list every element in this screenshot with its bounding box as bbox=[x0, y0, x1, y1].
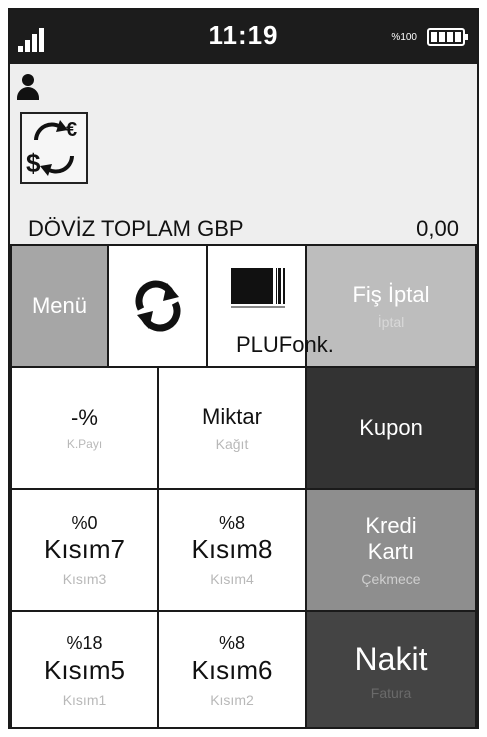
kisim6-button[interactable]: %8 Kısım6 Kısım2 bbox=[157, 610, 307, 727]
refresh-button[interactable] bbox=[107, 244, 208, 368]
refresh-icon bbox=[135, 280, 180, 332]
miktar-label: Miktar bbox=[202, 403, 262, 429]
status-bar: 11:19 %100 bbox=[10, 10, 477, 64]
currency-exchange-icon[interactable]: € $ bbox=[20, 112, 88, 184]
kredi-label-line1: Kredi bbox=[365, 512, 417, 538]
kisim6-vat: %8 bbox=[218, 633, 245, 654]
kisim6-sub: Kısım2 bbox=[210, 691, 254, 708]
nakit-sub: Fatura bbox=[370, 684, 412, 701]
menu-button[interactable]: Menü bbox=[10, 244, 109, 368]
percent-sub: K.Payı bbox=[66, 437, 103, 452]
kisim6-label: Kısım6 bbox=[191, 654, 273, 685]
barcode-icon bbox=[230, 268, 285, 308]
kisim5-vat: %18 bbox=[66, 633, 103, 654]
kredi-karti-button[interactable]: Kredi Kartı Çekmece bbox=[305, 488, 477, 612]
nakit-button[interactable]: Nakit Fatura bbox=[305, 610, 477, 727]
menu-label: Menü bbox=[31, 292, 88, 318]
doviz-total-label: DÖVİZ TOPLAM GBP bbox=[28, 216, 244, 241]
nakit-label: Nakit bbox=[354, 641, 428, 678]
kisim7-button[interactable]: %0 Kısım7 Kısım3 bbox=[10, 488, 159, 612]
percent-discount-button[interactable]: -% K.Payı bbox=[10, 366, 159, 490]
keypad: Menü Fiş İptal İptal PLUFonk. -% K.Payı … bbox=[10, 244, 477, 727]
user-icon[interactable] bbox=[16, 74, 40, 100]
percent-label: -% bbox=[71, 404, 98, 430]
kisim5-sub: Kısım1 bbox=[62, 691, 107, 708]
pos-device-screen: 11:19 %100 € $ DÖVİZ TOPLAM GBP 0,00 Men… bbox=[8, 8, 479, 729]
kisim8-button[interactable]: %8 Kısım8 Kısım4 bbox=[157, 488, 307, 612]
plu-function-label: PLUFonk. bbox=[236, 332, 334, 357]
fis-iptal-sub: İptal bbox=[377, 314, 405, 331]
kisim5-label: Kısım5 bbox=[44, 654, 125, 685]
battery-percent: %100 bbox=[391, 32, 417, 43]
kisim7-vat: %0 bbox=[71, 512, 98, 533]
kisim5-button[interactable]: %18 Kısım5 Kısım1 bbox=[10, 610, 159, 727]
kupon-button[interactable]: Kupon bbox=[305, 366, 477, 490]
kisim7-sub: Kısım3 bbox=[62, 571, 107, 588]
fis-iptal-label: Fiş İptal bbox=[352, 281, 430, 307]
svg-text:$: $ bbox=[26, 148, 41, 178]
doviz-total-value: 0,00 bbox=[416, 216, 459, 241]
kisim7-label: Kısım7 bbox=[44, 534, 125, 565]
svg-text:€: € bbox=[66, 119, 77, 141]
kisim8-label: Kısım8 bbox=[191, 534, 273, 565]
kredi-sub: Çekmece bbox=[361, 571, 421, 588]
battery-full-icon bbox=[427, 28, 468, 46]
kredi-label-line2: Kartı bbox=[367, 539, 415, 564]
kupon-label: Kupon bbox=[359, 414, 423, 440]
kisim8-sub: Kısım4 bbox=[210, 571, 254, 588]
miktar-sub: Kağıt bbox=[215, 436, 249, 453]
info-panel: € $ DÖVİZ TOPLAM GBP 0,00 bbox=[10, 64, 477, 244]
miktar-button[interactable]: Miktar Kağıt bbox=[157, 366, 307, 490]
kisim8-vat: %8 bbox=[218, 512, 245, 533]
